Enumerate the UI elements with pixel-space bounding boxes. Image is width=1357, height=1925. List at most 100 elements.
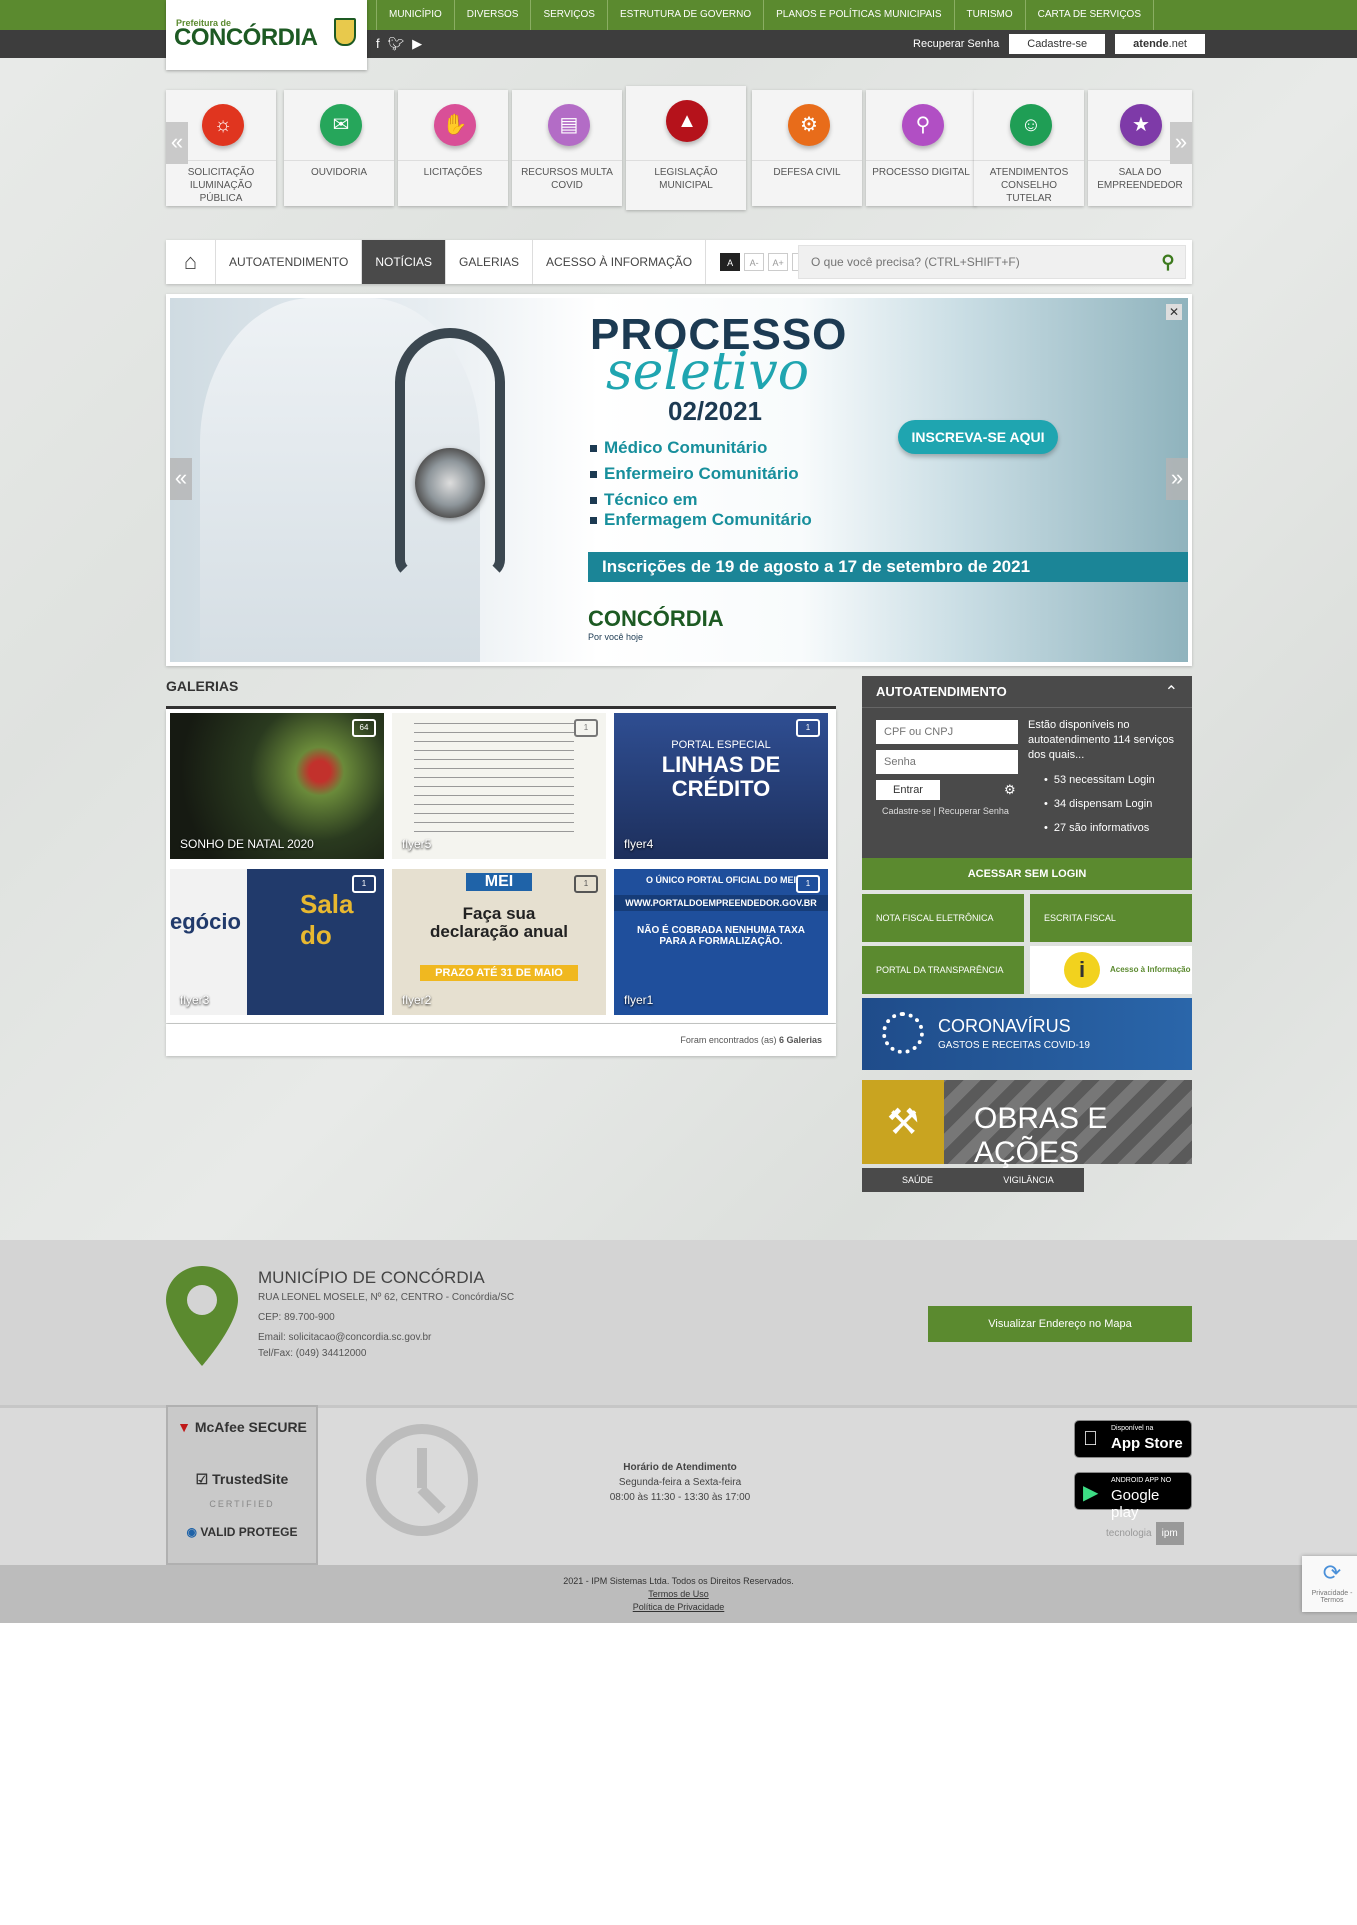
coronavirus-title: CORONAVÍRUS bbox=[938, 1016, 1071, 1036]
top-menu-municipio[interactable]: MUNICÍPIO bbox=[376, 0, 454, 30]
recaptcha-text: Privacidade - Termos bbox=[1311, 1590, 1353, 1604]
site-logo[interactable]: Prefeitura de CONCÓRDIA bbox=[166, 0, 367, 70]
email[interactable]: Email: solicitacao@concordia.sc.gov.br bbox=[258, 1330, 514, 1346]
banner-prev-arrow[interactable]: « bbox=[170, 458, 192, 500]
self-service-title: AUTOATENDIMENTO bbox=[862, 676, 1192, 708]
youtube-icon[interactable]: ▶ bbox=[412, 36, 422, 52]
service-licitacoes[interactable]: ✋ LICITAÇÕES bbox=[398, 90, 508, 206]
main-nav: ⌂ AUTOATENDIMENTO NOTÍCIAS GALERIAS ACES… bbox=[166, 240, 1192, 284]
top-menu-estrutura[interactable]: ESTRUTURA DE GOVERNO bbox=[606, 0, 763, 30]
atende-suffix: .net bbox=[1168, 38, 1187, 50]
search-input[interactable] bbox=[799, 246, 1149, 278]
top-menu-turismo[interactable]: TURISMO bbox=[953, 0, 1025, 30]
view-map-button[interactable]: Visualizar Endereço no Mapa bbox=[928, 1306, 1192, 1342]
gallery-tile-flyer2[interactable]: MEI Faça sua declaração anual PRAZO ATÉ … bbox=[392, 869, 606, 1015]
top-menu-carta[interactable]: CARTA DE SERVIÇOS bbox=[1024, 0, 1155, 30]
obras-banner[interactable]: ⚒ OBRAS E AÇÕES bbox=[862, 1080, 1192, 1169]
close-icon[interactable]: ✕ bbox=[1166, 304, 1182, 320]
font-contrast-button[interactable]: A bbox=[720, 253, 741, 271]
login-button[interactable]: Entrar bbox=[876, 780, 940, 800]
banner-edition: 02/2021 bbox=[668, 396, 762, 426]
access-without-login-button[interactable]: ACESSAR SEM LOGIN bbox=[862, 858, 1192, 890]
tab-vigilancia[interactable]: VIGILÂNCIA bbox=[973, 1168, 1084, 1192]
coronavirus-subtitle: GASTOS E RECEITAS COVID-19 bbox=[938, 1040, 1090, 1051]
flyer1-note: NÃO É COBRADA NENHUMA TAXA PARA A FORMAL… bbox=[637, 925, 805, 947]
mei-badge: MEI bbox=[466, 873, 532, 891]
trustedsite-seal[interactable]: ☑ TrustedSite bbox=[168, 1471, 316, 1488]
app-store-pre: Disponível na bbox=[1111, 1425, 1154, 1432]
facebook-icon[interactable]: f bbox=[376, 36, 380, 52]
services-next-arrow[interactable]: » bbox=[1170, 122, 1192, 164]
document-icon: ▤ bbox=[548, 104, 590, 146]
gallery-caption: flyer1 bbox=[624, 993, 654, 1007]
tab-saude[interactable]: SAÚDE bbox=[862, 1168, 973, 1192]
top-menu-planos[interactable]: PLANOS E POLÍTICAS MUNICIPAIS bbox=[763, 0, 953, 30]
ipm-logo[interactable]: tecnologia ipm bbox=[1106, 1522, 1184, 1545]
virus-icon bbox=[882, 1012, 924, 1054]
hours-time: 08:00 às 11:30 - 13:30 às 17:00 bbox=[609, 1492, 751, 1503]
stat-no-login: 34 dispensam Login bbox=[1044, 798, 1152, 810]
privacy-link[interactable]: Política de Privacidade bbox=[0, 1601, 1357, 1614]
transparencia-button[interactable]: PORTAL DA TRANSPARÊNCIA bbox=[862, 946, 1024, 994]
escrita-fiscal-button[interactable]: ESCRITA FISCAL bbox=[1030, 894, 1192, 942]
collapse-icon[interactable]: ⌃ bbox=[1165, 682, 1178, 702]
search-icon[interactable]: ⚲ bbox=[1151, 246, 1185, 278]
nav-autoatendimento[interactable]: AUTOATENDIMENTO bbox=[216, 240, 363, 284]
service-recursos-covid[interactable]: ▤ RECURSOS MULTA COVID bbox=[512, 90, 622, 206]
photo-count-badge: 1 bbox=[352, 875, 376, 893]
service-label: RECURSOS MULTA COVID bbox=[521, 167, 613, 191]
lightbulb-icon: ☼ bbox=[202, 104, 244, 146]
gallery-caption: SONHO DE NATAL 2020 bbox=[180, 837, 314, 851]
service-processo-digital[interactable]: ⚲ PROCESSO DIGITAL bbox=[866, 90, 976, 206]
play-icon: ▶ bbox=[1083, 1482, 1099, 1504]
galleries-title: GALERIAS bbox=[166, 678, 239, 694]
cpf-input[interactable] bbox=[876, 720, 1018, 744]
nota-fiscal-button[interactable]: NOTA FISCAL ELETRÔNICA bbox=[862, 894, 1024, 942]
nav-acesso-informacao[interactable]: ACESSO À INFORMAÇÃO bbox=[533, 240, 707, 284]
photo-count-badge: 1 bbox=[574, 719, 598, 737]
service-legislacao[interactable]: ▲ LEGISLAÇÃO MUNICIPAL bbox=[626, 86, 746, 210]
services-prev-arrow[interactable]: « bbox=[166, 122, 188, 164]
valid-seal[interactable]: ◉ VALID PROTEGE bbox=[168, 1525, 316, 1539]
top-menu-diversos[interactable]: DIVERSOS bbox=[453, 0, 531, 30]
coronavirus-banner[interactable]: CORONAVÍRUS GASTOS E RECEITAS COVID-19 bbox=[862, 998, 1192, 1070]
gallery-tile-sonho-natal[interactable]: 64 SONHO DE NATAL 2020 bbox=[170, 713, 384, 859]
gallery-tile-flyer1[interactable]: O ÚNICO PORTAL OFICIAL DO MEI WWW.PORTAL… bbox=[614, 869, 828, 1015]
nav-noticias[interactable]: NOTÍCIAS bbox=[362, 240, 447, 284]
banner-next-arrow[interactable]: » bbox=[1166, 458, 1188, 500]
service-divider bbox=[626, 160, 746, 161]
app-store-button[interactable]:  Disponível na App Store bbox=[1074, 1420, 1192, 1458]
gear-icon[interactable]: ⚙ bbox=[1004, 782, 1016, 798]
register-button[interactable]: Cadastre-se bbox=[1009, 34, 1106, 54]
service-ouvidoria[interactable]: ✉ OUVIDORIA bbox=[284, 90, 394, 206]
service-conselho-tutelar[interactable]: ☺ ATENDIMENTOS CONSELHO TUTELAR bbox=[974, 90, 1084, 206]
recaptcha-badge[interactable]: ⟳ Privacidade - Termos bbox=[1302, 1556, 1357, 1612]
crane-icon: ⚒ bbox=[862, 1080, 944, 1164]
opening-hours: Horário de Atendimento Segunda-feira a S… bbox=[560, 1460, 800, 1505]
font-decrease-button[interactable]: A- bbox=[744, 253, 765, 271]
atende-button[interactable]: atende.net bbox=[1115, 34, 1205, 54]
gallery-tile-flyer4[interactable]: PORTAL ESPECIAL LINHAS DE CRÉDITO 1 flye… bbox=[614, 713, 828, 859]
nav-galerias[interactable]: GALERIAS bbox=[446, 240, 534, 284]
recover-password-link[interactable]: Recuperar Senha bbox=[913, 38, 999, 50]
self-service-links[interactable]: Cadastre-se | Recuperar Senha bbox=[882, 806, 1009, 816]
mcafee-seal[interactable]: ▼ McAfee SECURE bbox=[168, 1419, 316, 1435]
social-links: f 🐦︎ ▶ bbox=[376, 36, 422, 52]
banner-cta-button[interactable]: INSCREVA-SE AQUI bbox=[898, 420, 1058, 454]
google-play-button[interactable]: ▶ ANDROID APP NO Google play bbox=[1074, 1472, 1192, 1521]
gallery-tile-flyer5[interactable]: 1 flyer5 bbox=[392, 713, 606, 859]
trustedsite-label: TrustedSite bbox=[212, 1471, 289, 1487]
top-menu-servicos[interactable]: SERVIÇOS bbox=[530, 0, 607, 30]
password-input[interactable] bbox=[876, 750, 1018, 774]
search-box: ⚲ bbox=[798, 245, 1186, 279]
terms-link[interactable]: Termos de Uso bbox=[0, 1588, 1357, 1601]
google-play-pre: ANDROID APP NO bbox=[1111, 1477, 1172, 1484]
font-increase-button[interactable]: A+ bbox=[768, 253, 789, 271]
gallery-tile-flyer3[interactable]: egócio Sala do 1 flyer3 bbox=[170, 869, 384, 1015]
obras-title: OBRAS E AÇÕES bbox=[974, 1102, 1108, 1169]
access-info-button[interactable]: i Acesso à Informação bbox=[1030, 946, 1192, 994]
home-icon[interactable]: ⌂ bbox=[166, 240, 216, 284]
banner-image[interactable]: PROCESSO seletivo 02/2021 Médico Comunit… bbox=[170, 298, 1188, 662]
twitter-icon[interactable]: 🐦︎ bbox=[388, 36, 405, 52]
service-defesa-civil[interactable]: ⚙ DEFESA CIVIL bbox=[752, 90, 862, 206]
